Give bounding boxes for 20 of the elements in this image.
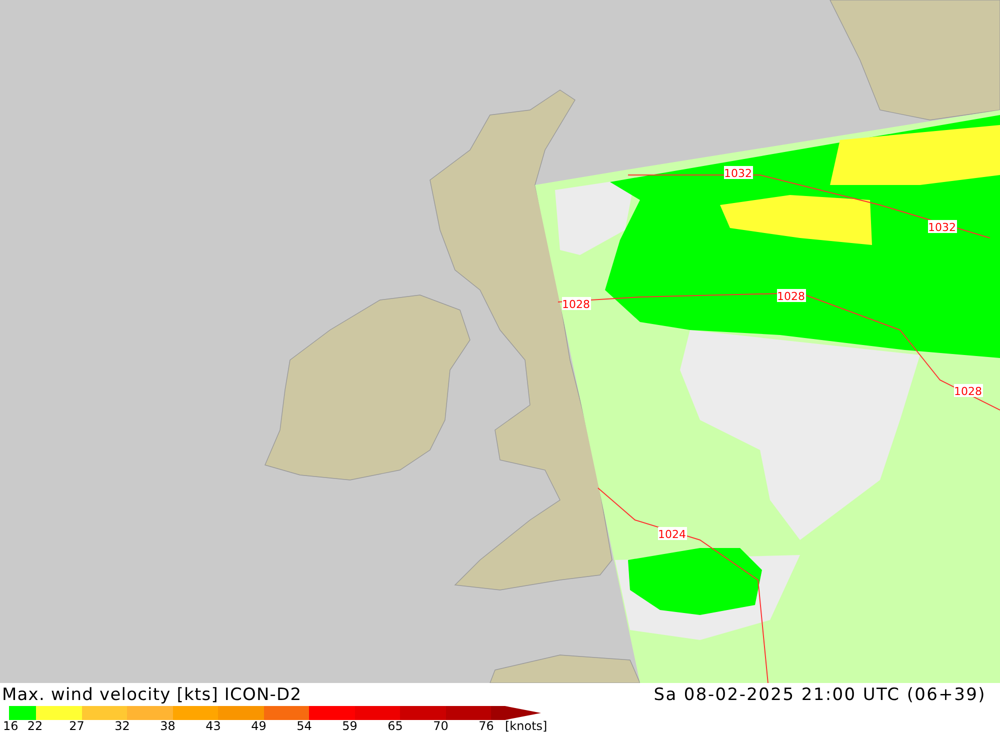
- isobar-label: 1032: [928, 221, 956, 234]
- isobar-label: 1028: [954, 385, 982, 398]
- scale-tick-label: 43: [204, 720, 222, 733]
- scale-tick-label: 16: [3, 720, 20, 733]
- scale-tick-label: 65: [386, 720, 404, 733]
- scale-tick-label: 22: [26, 720, 44, 733]
- scale-tick-label: 49: [250, 720, 268, 733]
- isobar-label: 1032: [724, 167, 752, 180]
- scale-unit-label: [knots]: [505, 720, 548, 733]
- legend-title: Max. wind velocity [kts] ICON-D2: [2, 684, 302, 704]
- scale-tick-label: 54: [296, 720, 313, 733]
- scale-tick-label: 27: [68, 720, 86, 733]
- forecast-datetime: Sa 08-02-2025 21:00 UTC (06+39): [654, 684, 986, 704]
- isobar-label: 1024: [658, 528, 686, 541]
- isobar-label: 1028: [777, 290, 805, 303]
- scale-tick-label: 70: [432, 720, 450, 733]
- isobar-label: 1028: [562, 298, 590, 311]
- scale-tick-label: 59: [341, 720, 358, 733]
- scale-tick-label: 38: [159, 720, 176, 733]
- scale-tick-label: 32: [114, 720, 131, 733]
